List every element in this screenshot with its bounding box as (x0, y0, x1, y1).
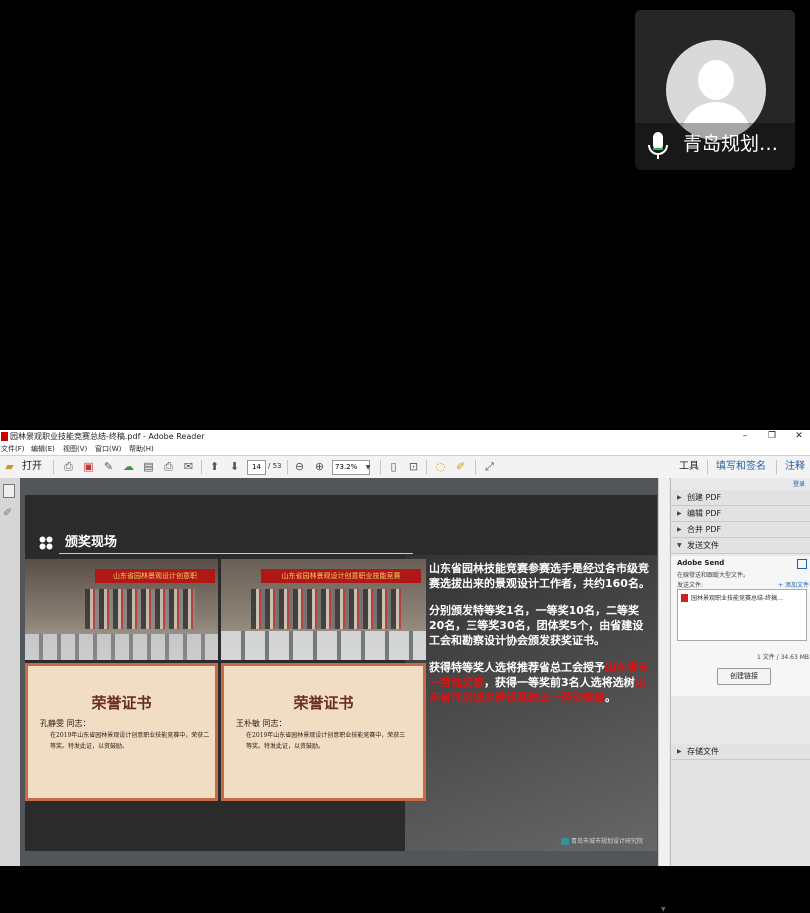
paragraph-awards: 分别颁发特等奖1名，一等奖10名，二等奖20名，三等奖30名，团体奖5个，由省建… (429, 604, 644, 647)
open-button[interactable]: 打开 (22, 459, 42, 474)
create-pdf-icon[interactable]: ⎙ (61, 459, 76, 474)
file-list: 园林景观职业技能竞赛总结-终稿... (677, 589, 807, 641)
award-photo-1: 山东省园林景观设计创意职 (25, 559, 218, 660)
navigation-pane: ✐ (0, 478, 21, 866)
institute-logo: 青岛市城市规划设计研究院 (561, 836, 643, 845)
slide-text: 山东省园林技能竞赛参赛选手是经过各市级竞赛选拔出来的景观设计工作者，共约160名… (429, 561, 651, 717)
zoom-out-icon[interactable]: ⊖ (292, 459, 307, 474)
fit-page-icon[interactable]: ▯ (386, 459, 401, 474)
tools-link[interactable]: 工具 (679, 459, 699, 474)
reader-window: 园林景观职业技能竞赛总结-终稿.pdf - Adobe Reader – ❐ ✕… (0, 430, 810, 913)
award-photo-2: 山东省园林景观设计创意职业技能竞赛 (221, 559, 426, 660)
panel-edit-pdf[interactable]: ▶ 编辑 PDF (671, 506, 810, 522)
scroll-down-icon[interactable]: ▼ (661, 906, 666, 913)
certificate-title: 荣誉证书 (293, 694, 354, 712)
file-name: 园林景观职业技能竞赛总结-终稿... (691, 595, 783, 602)
read-mode-icon[interactable]: ⤢ (482, 459, 497, 474)
combine-icon[interactable]: ▣ (81, 459, 96, 474)
print-icon[interactable]: ⎙ (161, 459, 176, 474)
text-segment: ，获得一等奖前3名人选将选树 (484, 676, 635, 689)
pdf-file-icon (681, 594, 688, 602)
panel-combine-pdf[interactable]: ▶ 合并 PDF (671, 522, 810, 538)
page-number-input[interactable]: 14 (247, 460, 266, 475)
award-recipients (85, 589, 195, 629)
paragraph-honors: 获得特等奖人选将推荐省总工会授予山东省五一劳动奖章，获得一等奖前3名人选将选树山… (429, 660, 651, 705)
participant-tile[interactable]: 青岛规划… (635, 10, 795, 170)
certificate-body: 在2019年山东省园林景观设计创意职业技能竞赛中，荣获三等奖。特发此证，以资鼓励… (246, 732, 406, 750)
participant-name: 青岛规划… (683, 133, 779, 155)
microphone-icon (648, 132, 668, 159)
open-folder-icon[interactable]: ▰ (2, 459, 17, 474)
menu-help[interactable]: 帮助(H) (129, 443, 154, 455)
save-icon[interactable]: ▤ (141, 459, 156, 474)
panel-send-files[interactable]: ▼ 发送文件 (671, 538, 810, 554)
page-total: / 53 (268, 462, 282, 470)
zoom-in-icon[interactable]: ⊕ (312, 459, 327, 474)
copy-icon[interactable] (797, 559, 807, 569)
pane-header: 登录 (671, 478, 810, 489)
fit-width-icon[interactable]: ⊡ (406, 459, 421, 474)
menu-edit[interactable]: 编辑(E) (31, 443, 55, 455)
page-thumbnails-icon[interactable] (3, 484, 15, 498)
sign-in-link[interactable]: 登录 (793, 479, 805, 488)
panel-create-pdf[interactable]: ▶ 创建 PDF (671, 490, 810, 506)
menu-view[interactable]: 视图(V) (63, 443, 87, 455)
section-title: 颁奖现场 (65, 535, 118, 550)
send-files-label: 发送文件: (677, 582, 704, 589)
edit-icon[interactable]: ✎ (101, 459, 116, 474)
toolbar: ▰ 打开 ⎙ ▣ ✎ ☁ ▤ ⎙ ✉ ⬆ ⬇ 14 / 53 ⊖ ⊕ 73.2%… (0, 456, 810, 479)
close-button[interactable]: ✕ (791, 430, 807, 442)
honor-certificate-2: 荣誉证书 王朴敏 同志： 在2019年山东省园林景观设计创意职业技能竞赛中，荣获… (221, 663, 426, 801)
stage-banner: 山东省园林景观设计创意职 (95, 569, 215, 583)
text-segment: 。 (605, 691, 616, 704)
send-description: 在線發送和跟蹤大型文件。 (677, 572, 750, 579)
menu-window[interactable]: 窗口(W) (95, 443, 121, 455)
certificate-title: 荣誉证书 (91, 694, 152, 712)
certificate-recipient: 王朴敏 同志： (236, 719, 287, 728)
pane-empty-space (671, 760, 810, 866)
highlight-icon[interactable]: ✐ (453, 459, 468, 474)
adobe-send-title: Adobe Send (677, 559, 725, 567)
menu-bar: 文件(F) 编辑(E) 视图(V) 窗口(W) 帮助(H) (0, 443, 810, 456)
stage-banner: 山东省园林景观设计创意职业技能竞赛 (261, 569, 421, 583)
file-count: 1 文件 / 34.63 MB (757, 654, 809, 661)
minimize-button[interactable]: – (737, 430, 753, 442)
chevron-down-icon[interactable]: ▼ (362, 460, 374, 475)
section-bullet-icon (39, 536, 53, 550)
vertical-scrollbar[interactable]: ▼ (658, 478, 669, 913)
restore-button[interactable]: ❐ (764, 430, 780, 442)
create-link-button[interactable]: 创建链接 (717, 668, 771, 685)
document-area[interactable]: 颁奖现场 山东省园林景观设计创意职 山东省园林景观设计创意职业技能竞赛 荣誉证书… (20, 478, 658, 866)
logo-text: 青岛市城市规划设计研究院 (571, 838, 644, 845)
certificate-recipient: 孔静雯 同志： (40, 719, 91, 728)
pdf-app-icon (1, 432, 8, 441)
window-title: 园林景观职业技能竞赛总结-终稿.pdf - Adobe Reader (10, 432, 205, 441)
attachment-icon[interactable]: ✐ (3, 506, 12, 519)
menu-file[interactable]: 文件(F) (1, 443, 25, 455)
cloud-upload-icon[interactable]: ☁ (121, 459, 136, 474)
award-recipients (251, 589, 401, 629)
tools-pane: 登录 ▶ 创建 PDF ▶ 编辑 PDF ▶ 合并 PDF ▼ 发送文件 Adobe S… (670, 478, 810, 866)
panel-store-files[interactable]: ▶ 存储文件 (671, 744, 810, 760)
comment-link[interactable]: 注释 (785, 459, 805, 474)
email-icon[interactable]: ✉ (181, 459, 196, 474)
certificate-body: 在2019年山东省园林景观设计创意职业技能竞赛中，荣获二等奖。特发此证，以资鼓励… (50, 732, 210, 750)
add-file-link[interactable]: + 添加文件 (778, 580, 809, 589)
title-bar: 园林景观职业技能竞赛总结-终稿.pdf - Adobe Reader – ❐ ✕ (0, 430, 810, 443)
audience-seats (25, 634, 218, 660)
honor-certificate-1: 荣誉证书 孔静雯 同志： 在2019年山东省园林景观设计创意职业技能竞赛中，荣获… (25, 663, 218, 801)
send-files-panel: Adobe Send 在線發送和跟蹤大型文件。 发送文件: + 添加文件 园林景… (671, 556, 810, 696)
text-segment: 获得特等奖人选将推荐省总工会授予 (429, 661, 605, 674)
comment-icon[interactable]: ◌ (433, 459, 448, 474)
paragraph-participants: 山东省园林技能竞赛参赛选手是经过各市级竞赛选拔出来的景观设计工作者，共约160名… (429, 562, 650, 590)
audience-seats (221, 631, 426, 660)
title-divider (59, 553, 413, 554)
next-page-icon[interactable]: ⬇ (227, 459, 242, 474)
fill-sign-link[interactable]: 填写和签名 (716, 459, 766, 474)
previous-page-icon[interactable]: ⬆ (207, 459, 222, 474)
pdf-page: 颁奖现场 山东省园林景观设计创意职 山东省园林景观设计创意职业技能竞赛 荣誉证书… (25, 495, 657, 851)
